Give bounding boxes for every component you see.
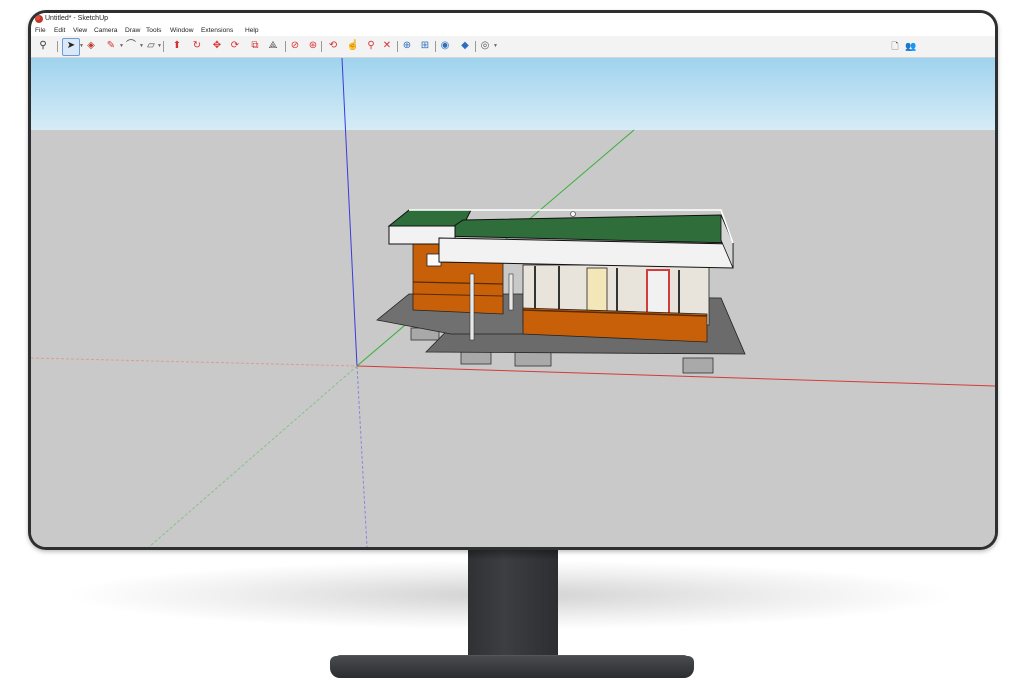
monitor-stand-base [330, 656, 694, 678]
toolbar-separator [435, 41, 436, 52]
sketchup-logo-icon [35, 15, 43, 23]
window-title: Untitled* - SketchUp [45, 15, 109, 22]
menu-bar: File Edit View Camera Draw Tools Window … [31, 25, 995, 36]
roof-vent [570, 211, 576, 217]
monitor-stand-neck [468, 550, 558, 658]
users-icon[interactable]: 👥 [905, 39, 917, 53]
toolbar-separator [475, 41, 476, 52]
move-icon[interactable]: ✥ [211, 39, 223, 53]
menu-camera[interactable]: Camera [94, 25, 117, 36]
extension-warehouse-icon[interactable]: ⊞ [419, 39, 431, 53]
toolbar-separator [57, 41, 58, 52]
3d-viewport[interactable] [31, 58, 995, 547]
menu-file[interactable]: File [35, 25, 46, 36]
follow-me-icon[interactable]: ↻ [191, 39, 203, 53]
menu-view[interactable]: View [73, 25, 87, 36]
layout-icon[interactable]: ◉ [439, 39, 451, 53]
dropdown-arrow-icon[interactable]: ▼ [139, 43, 144, 49]
components-icon[interactable]: ◆ [459, 39, 471, 53]
orbit-icon[interactable]: ⟲ [327, 39, 339, 53]
sky [31, 58, 995, 130]
pencil-icon[interactable]: ✎ [105, 39, 117, 53]
support-column [469, 273, 475, 341]
stand-neck-shadow [468, 550, 558, 560]
pan-icon[interactable]: ☝ [347, 39, 359, 53]
new-file-icon[interactable]: 🗋 [889, 39, 901, 53]
eraser-icon[interactable]: ◈ [85, 39, 97, 53]
toolbar-separator [397, 41, 398, 52]
scene-canvas[interactable] [31, 58, 995, 547]
select-arrow-icon[interactable]: ➤ [65, 39, 77, 53]
footing-block [514, 351, 552, 367]
scale-icon[interactable]: ⧉ [249, 39, 261, 53]
menu-draw[interactable]: Draw [125, 25, 140, 36]
search-icon[interactable]: ⚲ [37, 39, 49, 53]
red-door [646, 269, 670, 317]
main-toolbar: ⚲ ➤ ◈ ✎ ⌒ ▱ ⬆ ↻ ✥ ⟳ ⧉ ⟁ ⊘ ⊛ ⟲ ☝ ⚲ ✕ ⊕ ⊞ ◉ ◆ ◎ ▼ ▼ ▼ ▼ ▼ 🗋 👥 [31, 36, 995, 58]
sketchup-window: Untitled* - SketchUp File Edit View Came… [31, 13, 995, 547]
tape-measure-icon[interactable]: ⊘ [289, 39, 301, 53]
rotate-icon[interactable]: ⟳ [229, 39, 241, 53]
account-icon[interactable]: ◎ [479, 39, 491, 53]
dropdown-arrow-icon[interactable]: ▼ [119, 43, 124, 49]
push-pull-icon[interactable]: ⬆ [171, 39, 183, 53]
dropdown-arrow-icon[interactable]: ▼ [157, 43, 162, 49]
toolbar-separator [163, 41, 164, 52]
menu-extensions[interactable]: Extensions [201, 25, 233, 36]
dropdown-arrow-icon[interactable]: ▼ [493, 43, 498, 49]
offset-icon[interactable]: ⟁ [267, 39, 279, 53]
support-column [508, 273, 514, 311]
menu-help[interactable]: Help [245, 25, 259, 36]
title-bar: Untitled* - SketchUp [31, 13, 995, 25]
dropdown-arrow-icon[interactable]: ▼ [79, 43, 84, 49]
zoom-icon[interactable]: ⚲ [365, 39, 377, 53]
footing-block [682, 357, 714, 374]
house-model [376, 209, 746, 374]
menu-edit[interactable]: Edit [54, 25, 65, 36]
menu-window[interactable]: Window [170, 25, 193, 36]
menu-tools[interactable]: Tools [146, 25, 161, 36]
toolbar-separator [321, 41, 322, 52]
zoom-extents-icon[interactable]: ✕ [381, 39, 393, 53]
paint-bucket-icon[interactable]: ⊛ [307, 39, 319, 53]
arc-icon[interactable]: ⌒ [125, 39, 137, 53]
shape-icon[interactable]: ▱ [145, 39, 157, 53]
warehouse-icon[interactable]: ⊕ [401, 39, 413, 53]
toolbar-separator [285, 41, 286, 52]
